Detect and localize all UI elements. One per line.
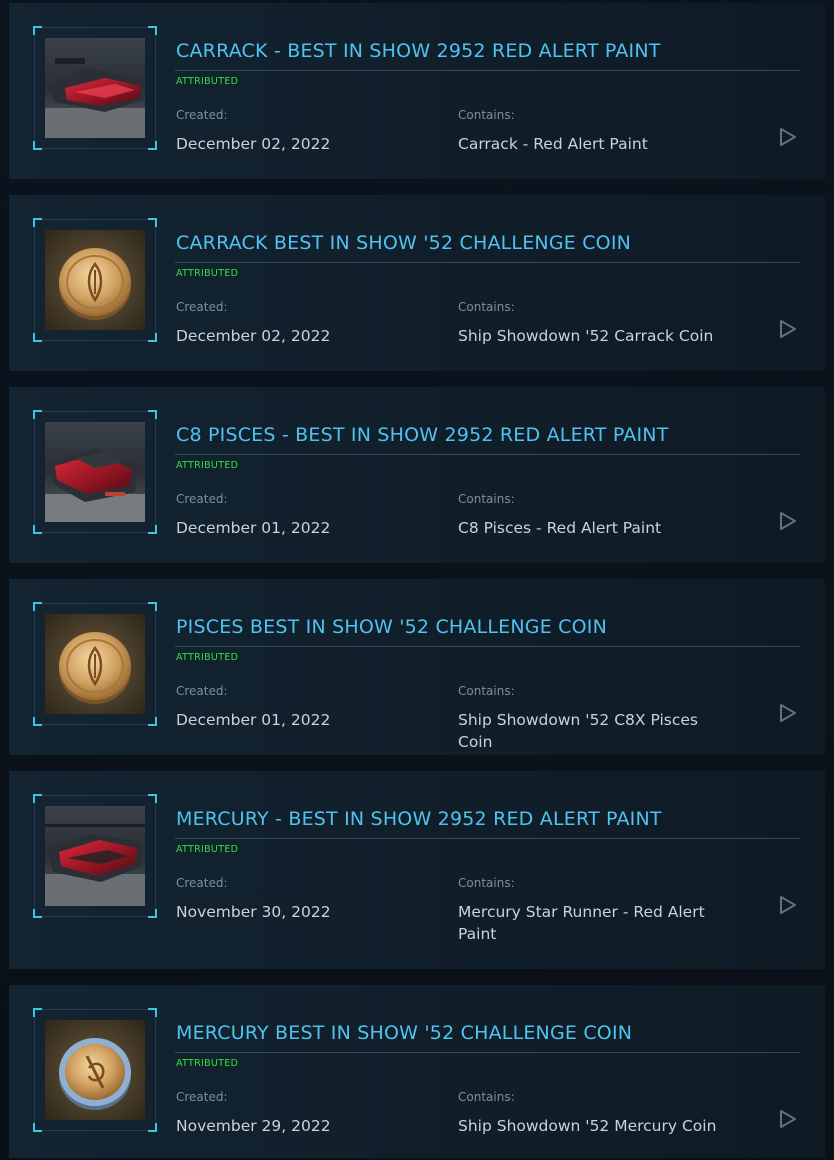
created-date: December 02, 2022 [176,327,331,345]
title-divider [175,454,800,455]
created-label: Created: [176,684,228,698]
pledge-item-card[interactable]: C8 PISCES - BEST IN SHOW 2952 RED ALERT … [9,387,825,563]
contains-label: Contains: [458,876,515,890]
play-triangle-icon[interactable] [779,1110,797,1128]
item-title: MERCURY BEST IN SHOW '52 CHALLENGE COIN [176,1022,633,1044]
frame-corner [148,26,157,35]
item-title: CARRACK BEST IN SHOW '52 CHALLENGE COIN [176,232,632,254]
play-triangle-icon[interactable] [779,704,797,722]
contains-label: Contains: [458,300,515,314]
status-badge: ATTRIBUTED [176,460,239,471]
contains-label: Contains: [458,1090,515,1104]
frame-corner [33,602,42,611]
frame-corner [33,26,42,35]
contains-label: Contains: [458,492,515,506]
contains-value: Mercury Star Runner - Red Alert Paint [458,903,705,943]
created-date: December 01, 2022 [176,711,331,729]
frame-corner [33,794,42,803]
title-divider [175,646,800,647]
pledge-item-card[interactable]: MERCURY - BEST IN SHOW 2952 RED ALERT PA… [9,771,825,969]
created-date: November 29, 2022 [176,1117,331,1135]
gold-coin-thumbnail [45,230,145,330]
frame-corner [33,909,42,918]
contains-label: Contains: [458,108,515,122]
frame-corner [33,218,42,227]
frame-corner [148,141,157,150]
title-divider [175,838,800,839]
red-ship-thumbnail [45,422,145,522]
created-date: November 30, 2022 [176,903,331,921]
frame-corner [33,410,42,419]
pledge-item-list: CARRACK - BEST IN SHOW 2952 RED ALERT PA… [9,3,825,1158]
status-badge: ATTRIBUTED [176,76,239,87]
frame-corner [148,1008,157,1017]
title-divider [175,1052,800,1053]
item-title: PISCES BEST IN SHOW '52 CHALLENGE COIN [176,616,608,638]
created-label: Created: [176,108,228,122]
frame-corner [148,410,157,419]
item-title: C8 PISCES - BEST IN SHOW 2952 RED ALERT … [176,424,669,446]
contains-label: Contains: [458,684,515,698]
created-label: Created: [176,1090,228,1104]
frame-corner [33,717,42,726]
created-date: December 02, 2022 [176,135,331,153]
contains-value: Carrack - Red Alert Paint [458,135,648,153]
frame-corner [33,1123,42,1132]
red-ship-thumbnail [45,38,145,138]
status-badge: ATTRIBUTED [176,268,239,279]
item-thumbnail-frame[interactable] [33,218,157,342]
title-divider [175,70,800,71]
frame-corner [33,333,42,342]
play-triangle-icon[interactable] [779,128,797,146]
contains-value: Ship Showdown '52 Carrack Coin [458,327,714,345]
pledge-item-card[interactable]: CARRACK - BEST IN SHOW 2952 RED ALERT PA… [9,3,825,179]
gold-coin-thumbnail [45,614,145,714]
status-badge: ATTRIBUTED [176,844,239,855]
created-label: Created: [176,300,228,314]
status-badge: ATTRIBUTED [176,652,239,663]
item-title: MERCURY - BEST IN SHOW 2952 RED ALERT PA… [176,808,662,830]
frame-corner [33,141,42,150]
frame-corner [33,525,42,534]
pledge-item-card[interactable]: MERCURY BEST IN SHOW '52 CHALLENGE COIN … [9,985,825,1158]
item-thumbnail-frame[interactable] [33,1008,157,1132]
frame-corner [148,602,157,611]
created-label: Created: [176,876,228,890]
frame-corner [148,909,157,918]
frame-corner [148,218,157,227]
item-title: CARRACK - BEST IN SHOW 2952 RED ALERT PA… [176,40,661,62]
play-triangle-icon[interactable] [779,512,797,530]
red-ship-thumbnail [45,806,145,906]
item-thumbnail-frame[interactable] [33,602,157,726]
play-triangle-icon[interactable] [779,320,797,338]
blue-rim-coin-thumbnail [45,1020,145,1120]
frame-corner [148,525,157,534]
item-thumbnail-frame[interactable] [33,410,157,534]
created-date: December 01, 2022 [176,519,331,537]
item-thumbnail-frame[interactable] [33,794,157,918]
frame-corner [148,333,157,342]
play-triangle-icon[interactable] [779,896,797,914]
contains-value: C8 Pisces - Red Alert Paint [458,519,662,537]
frame-corner [148,794,157,803]
frame-corner [33,1008,42,1017]
title-divider [175,262,800,263]
created-label: Created: [176,492,228,506]
frame-corner [148,1123,157,1132]
item-thumbnail-frame[interactable] [33,26,157,150]
pledge-item-card[interactable]: CARRACK BEST IN SHOW '52 CHALLENGE COIN … [9,195,825,371]
contains-value: Ship Showdown '52 C8X Pisces Coin [458,711,698,751]
frame-corner [148,717,157,726]
pledge-item-card[interactable]: PISCES BEST IN SHOW '52 CHALLENGE COIN A… [9,579,825,755]
contains-value: Ship Showdown '52 Mercury Coin [458,1117,717,1135]
status-badge: ATTRIBUTED [176,1058,239,1069]
